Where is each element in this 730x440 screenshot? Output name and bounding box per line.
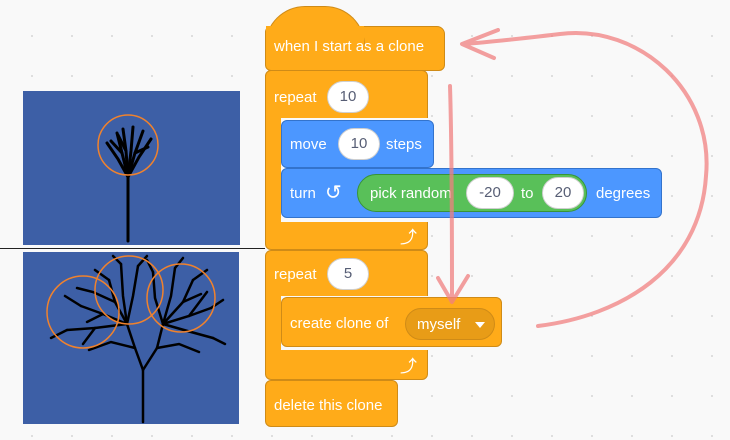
loop-back-arrow (462, 31, 709, 328)
down-arrow (448, 84, 454, 300)
annotation-overlay (436, 28, 709, 328)
